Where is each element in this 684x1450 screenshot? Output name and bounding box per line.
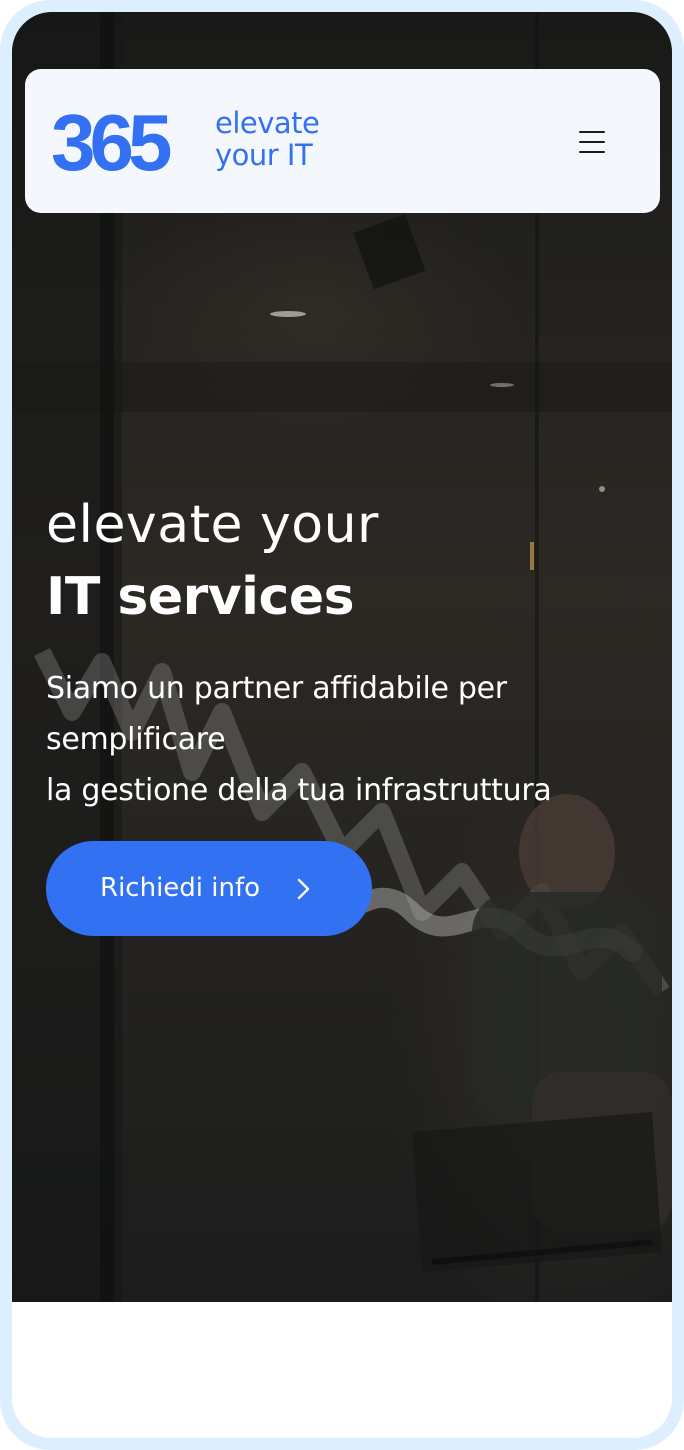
brand-logo[interactable]: 365 elevate your IT: [51, 103, 351, 183]
logo-tagline: elevate your IT: [215, 106, 320, 172]
logo-tagline-line2: your IT: [215, 138, 313, 172]
logo-tagline-line1: elevate: [215, 106, 320, 140]
hero-section: 365 elevate your IT elevate your IT serv…: [12, 12, 672, 1302]
hero-title-line1: elevate your: [46, 495, 379, 555]
request-info-button[interactable]: Richiedi info: [46, 841, 372, 936]
content-below-hero: [12, 1302, 672, 1438]
logo-number: 365: [51, 98, 173, 187]
hero-title: elevate your IT services: [46, 489, 379, 633]
device-frame: 365 elevate your IT elevate your IT serv…: [0, 0, 684, 1450]
hero-subtitle-line: la gestione della tua infrastruttura: [46, 773, 552, 808]
hamburger-menu-icon[interactable]: [569, 125, 615, 159]
site-header: 365 elevate your IT: [25, 69, 660, 213]
hero-subtitle-line: semplificare: [46, 722, 226, 757]
hero-title-line2: IT services: [46, 567, 355, 627]
request-info-label: Richiedi info: [100, 873, 261, 903]
phone-screen: 365 elevate your IT elevate your IT serv…: [12, 12, 672, 1438]
hero-subtitle: Siamo un partner affidabile per semplifi…: [46, 663, 646, 816]
chevron-right-icon: [297, 878, 310, 900]
hero-subtitle-line: Siamo un partner affidabile per: [46, 671, 507, 706]
